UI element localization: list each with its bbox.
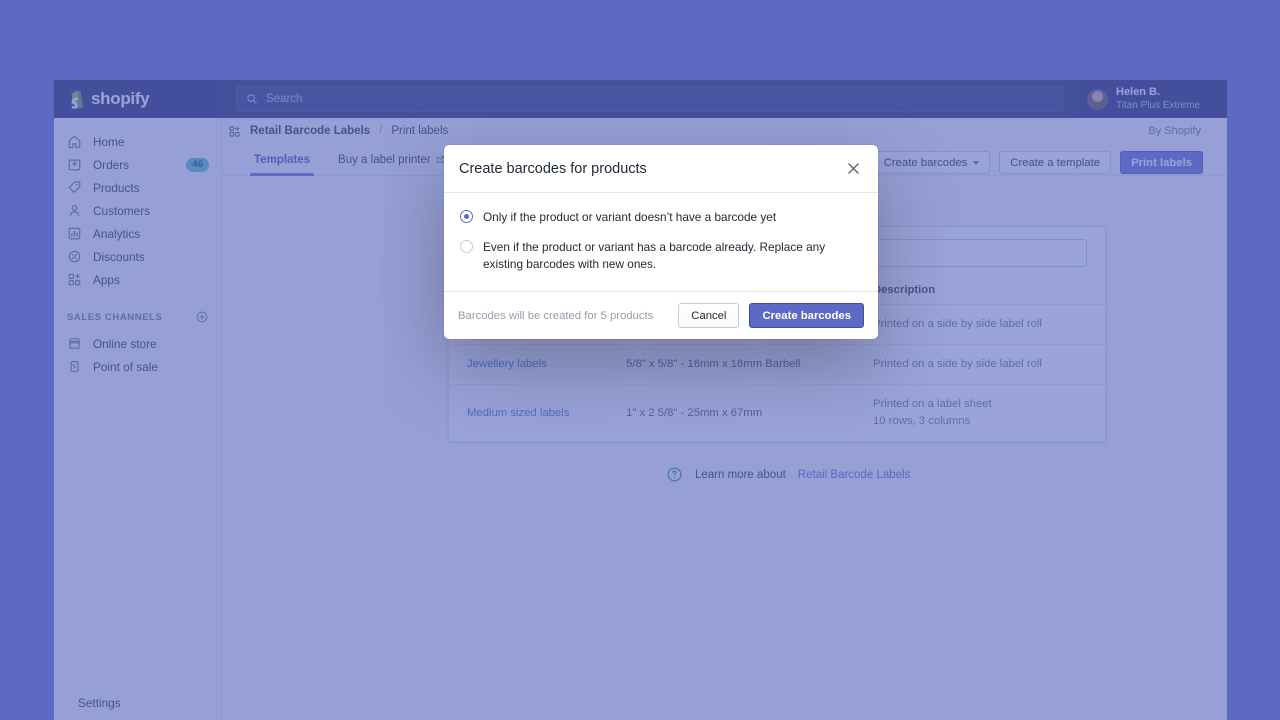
radio-option-replace-existing[interactable]: Even if the product or variant has a bar… <box>460 239 862 273</box>
modal-header: Create barcodes for products <box>444 145 878 193</box>
cancel-button[interactable]: Cancel <box>678 303 739 328</box>
modal-footer: Barcodes will be created for 5 products … <box>444 291 878 339</box>
modal-title: Create barcodes for products <box>459 161 845 177</box>
radio-button[interactable] <box>460 240 473 253</box>
confirm-label: Create barcodes <box>762 310 851 322</box>
close-icon[interactable] <box>845 160 862 177</box>
modal-footer-note: Barcodes will be created for 5 products <box>458 310 668 322</box>
radio-button[interactable] <box>460 210 473 223</box>
modal-body: Only if the product or variant doesn’t h… <box>444 193 878 291</box>
create-barcodes-modal: Create barcodes for products Only if the… <box>444 145 878 339</box>
radio-label: Even if the product or variant has a bar… <box>483 239 862 273</box>
modal-backdrop[interactable] <box>0 0 1280 720</box>
radio-label: Only if the product or variant doesn’t h… <box>483 209 776 226</box>
radio-option-only-if-missing[interactable]: Only if the product or variant doesn’t h… <box>460 209 862 226</box>
confirm-create-barcodes-button[interactable]: Create barcodes <box>749 303 864 328</box>
cancel-label: Cancel <box>691 310 726 322</box>
